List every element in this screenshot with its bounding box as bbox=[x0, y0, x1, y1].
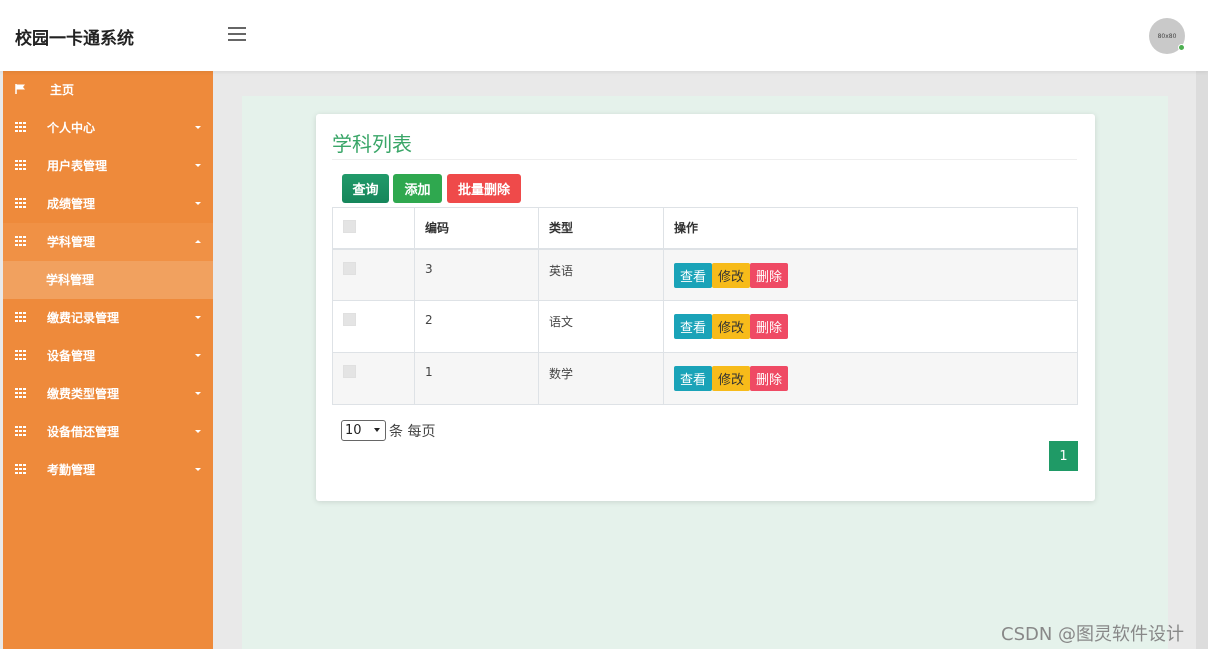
sidebar-item-label: 缴费记录管理 bbox=[47, 311, 120, 325]
select-all-checkbox[interactable] bbox=[343, 219, 356, 233]
query-button[interactable]: 查询 bbox=[342, 174, 389, 203]
chevron-down-icon bbox=[195, 354, 201, 357]
sidebar-item-grade-management[interactable]: 成绩管理 bbox=[3, 185, 213, 223]
sidebar-item-home[interactable]: 主页 bbox=[3, 71, 213, 109]
sidebar-item-device-management[interactable]: 设备管理 bbox=[3, 337, 213, 375]
chevron-up-icon bbox=[195, 240, 201, 243]
cell-code: 2 bbox=[414, 300, 539, 353]
sidebar: 主页 个人中心 用户表管理 成绩管理 学科管理 学科管理 缴费记录管理 设备管理… bbox=[3, 71, 213, 649]
page-size-select[interactable]: 10 bbox=[341, 420, 386, 441]
cell-actions: 查看 修改 删除 bbox=[663, 352, 1078, 405]
sidebar-item-label: 成绩管理 bbox=[47, 197, 96, 211]
column-header-type: 类型 bbox=[538, 207, 664, 250]
grid-icon bbox=[15, 426, 26, 436]
column-header-actions: 操作 bbox=[663, 207, 1078, 250]
cell-code: 3 bbox=[414, 248, 539, 301]
chevron-down-icon bbox=[195, 468, 201, 471]
subject-list-card: 学科列表 查询 添加 批量删除 编码 类型 操作 3 英语 查看 修改 删除 2… bbox=[316, 114, 1095, 501]
delete-button[interactable]: 删除 bbox=[750, 262, 789, 288]
watermark: CSDN @图灵软件设计 bbox=[1001, 624, 1185, 645]
sidebar-item-subject-management[interactable]: 学科管理 bbox=[3, 223, 213, 261]
table-row: 2 语文 查看 修改 删除 bbox=[332, 300, 1078, 353]
cell-type: 语文 bbox=[538, 300, 664, 353]
grid-icon bbox=[15, 122, 26, 132]
sidebar-item-device-lending[interactable]: 设备借还管理 bbox=[3, 413, 213, 451]
sidebar-subitem-label: 学科管理 bbox=[46, 273, 95, 287]
sidebar-item-personal-center[interactable]: 个人中心 bbox=[3, 109, 213, 147]
grid-icon bbox=[15, 388, 26, 398]
table-header-row: 编码 类型 操作 bbox=[332, 207, 1078, 250]
row-select-cell bbox=[332, 248, 415, 301]
chevron-down-icon bbox=[374, 428, 380, 432]
page-size-control: 10 条 每页 bbox=[341, 420, 435, 441]
cell-type: 英语 bbox=[538, 248, 664, 301]
row-checkbox[interactable] bbox=[343, 365, 356, 378]
grid-icon bbox=[15, 350, 26, 360]
hamburger-menu-icon[interactable] bbox=[228, 27, 246, 43]
view-button[interactable]: 查看 bbox=[674, 262, 713, 288]
chevron-down-icon bbox=[195, 202, 201, 205]
sidebar-item-attendance[interactable]: 考勤管理 bbox=[3, 451, 213, 489]
avatar-placeholder-text: 80x80 bbox=[1157, 32, 1177, 40]
page-size-value: 10 bbox=[345, 423, 362, 438]
sidebar-item-label: 设备管理 bbox=[47, 349, 96, 363]
sidebar-item-label: 个人中心 bbox=[47, 121, 96, 135]
batch-delete-button[interactable]: 批量删除 bbox=[447, 174, 521, 203]
row-checkbox[interactable] bbox=[343, 261, 356, 275]
pagination-page-1[interactable]: 1 bbox=[1049, 441, 1078, 471]
edit-button[interactable]: 修改 bbox=[712, 262, 751, 288]
cell-code: 1 bbox=[414, 352, 539, 405]
cell-type: 数学 bbox=[538, 352, 664, 405]
sidebar-item-label: 学科管理 bbox=[47, 235, 96, 249]
page-size-label: 条 每页 bbox=[389, 423, 436, 440]
sidebar-item-user-management[interactable]: 用户表管理 bbox=[3, 147, 213, 185]
grid-icon bbox=[15, 464, 26, 474]
select-all-cell bbox=[332, 207, 415, 250]
sidebar-subitem-subject-management[interactable]: 学科管理 bbox=[3, 261, 213, 299]
row-select-cell bbox=[332, 352, 415, 405]
cell-actions: 查看 修改 删除 bbox=[663, 248, 1078, 301]
online-status-icon bbox=[1178, 44, 1185, 51]
chevron-down-icon bbox=[195, 316, 201, 319]
delete-button[interactable]: 删除 bbox=[750, 314, 789, 339]
subject-table: 编码 类型 操作 3 英语 查看 修改 删除 2 语文 查看 修改 删除 1 数… bbox=[332, 207, 1078, 405]
grid-icon bbox=[15, 236, 26, 246]
column-header-code: 编码 bbox=[414, 207, 539, 250]
sidebar-item-label: 主页 bbox=[50, 83, 75, 97]
flag-icon bbox=[15, 84, 25, 94]
add-button[interactable]: 添加 bbox=[393, 174, 442, 203]
app-title: 校园一卡通系统 bbox=[15, 29, 134, 49]
chevron-down-icon bbox=[195, 164, 201, 167]
delete-button[interactable]: 删除 bbox=[750, 366, 789, 391]
divider bbox=[332, 159, 1077, 160]
row-select-cell bbox=[332, 300, 415, 353]
edit-button[interactable]: 修改 bbox=[712, 314, 751, 339]
view-button[interactable]: 查看 bbox=[674, 314, 713, 339]
sidebar-item-payment-records[interactable]: 缴费记录管理 bbox=[3, 299, 213, 337]
sidebar-item-label: 缴费类型管理 bbox=[47, 387, 120, 401]
avatar[interactable]: 80x80 bbox=[1149, 18, 1185, 54]
chevron-down-icon bbox=[195, 126, 201, 129]
chevron-down-icon bbox=[195, 430, 201, 433]
grid-icon bbox=[15, 198, 26, 208]
grid-icon bbox=[15, 160, 26, 170]
chevron-down-icon bbox=[195, 392, 201, 395]
top-header: 校园一卡通系统 80x80 bbox=[0, 0, 1208, 71]
edit-button[interactable]: 修改 bbox=[712, 366, 751, 391]
view-button[interactable]: 查看 bbox=[674, 366, 713, 391]
sidebar-item-label: 用户表管理 bbox=[47, 159, 108, 173]
sidebar-item-label: 考勤管理 bbox=[47, 463, 96, 477]
sidebar-item-label: 设备借还管理 bbox=[47, 425, 120, 439]
page-title: 学科列表 bbox=[332, 132, 412, 156]
cell-actions: 查看 修改 删除 bbox=[663, 300, 1078, 353]
grid-icon bbox=[15, 312, 26, 322]
table-row: 3 英语 查看 修改 删除 bbox=[332, 248, 1078, 301]
page-scrollbar[interactable] bbox=[1196, 71, 1208, 649]
table-row: 1 数学 查看 修改 删除 bbox=[332, 352, 1078, 405]
sidebar-item-payment-types[interactable]: 缴费类型管理 bbox=[3, 375, 213, 413]
row-checkbox[interactable] bbox=[343, 313, 356, 326]
